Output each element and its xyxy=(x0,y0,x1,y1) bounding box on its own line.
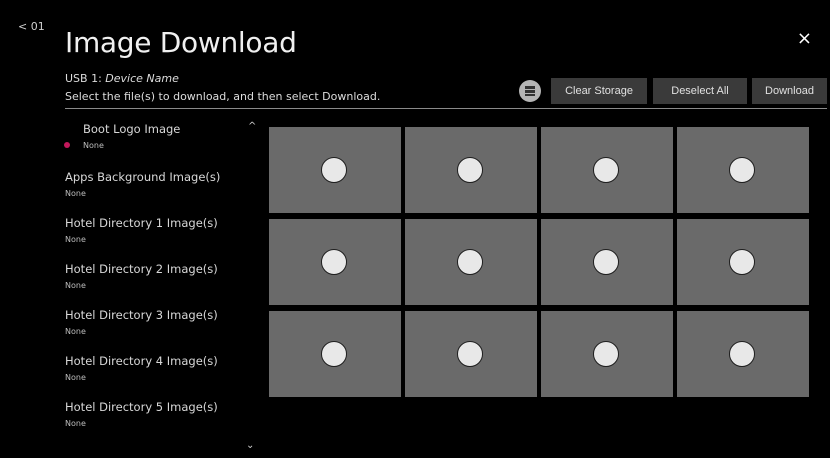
page-title: Image Download xyxy=(65,26,297,59)
category-label: Hotel Directory 1 Image(s) xyxy=(65,216,218,230)
category-label: Hotel Directory 3 Image(s) xyxy=(65,308,218,322)
category-value: None xyxy=(65,189,86,198)
deselect-all-button[interactable]: Deselect All xyxy=(653,78,747,104)
selected-indicator xyxy=(64,142,70,148)
storage-glyph xyxy=(525,86,535,96)
image-tile-8[interactable] xyxy=(677,219,809,305)
instruction-text: Select the file(s) to download, and then… xyxy=(65,90,381,103)
header-divider xyxy=(65,108,827,109)
select-radio[interactable] xyxy=(593,341,619,367)
category-item-hotel-directory-5[interactable]: Hotel Directory 5 Image(s) None xyxy=(65,400,255,428)
category-value: None xyxy=(65,373,86,382)
usb-prefix: USB 1: xyxy=(65,72,106,85)
category-list: ^ Boot Logo Image None Apps Background I… xyxy=(64,121,260,457)
category-item-hotel-directory-1[interactable]: Hotel Directory 1 Image(s) None xyxy=(65,216,255,244)
category-value: None xyxy=(83,141,104,150)
select-radio[interactable] xyxy=(321,157,347,183)
select-radio[interactable] xyxy=(593,157,619,183)
image-tile-9[interactable] xyxy=(269,311,401,397)
image-tile-1[interactable] xyxy=(269,127,401,213)
select-radio[interactable] xyxy=(729,341,755,367)
image-tile-5[interactable] xyxy=(269,219,401,305)
select-radio[interactable] xyxy=(593,249,619,275)
image-tile-11[interactable] xyxy=(541,311,673,397)
chevron-down-icon[interactable]: ⌄ xyxy=(246,440,254,451)
image-tile-10[interactable] xyxy=(405,311,537,397)
category-value: None xyxy=(65,281,86,290)
category-item-hotel-directory-4[interactable]: Hotel Directory 4 Image(s) None xyxy=(65,354,255,382)
category-value: None xyxy=(65,327,86,336)
image-tile-12[interactable] xyxy=(677,311,809,397)
usb-device-name: Device Name xyxy=(105,72,179,85)
select-radio[interactable] xyxy=(321,341,347,367)
select-radio[interactable] xyxy=(457,249,483,275)
category-value: None xyxy=(65,235,86,244)
image-tile-3[interactable] xyxy=(541,127,673,213)
select-radio[interactable] xyxy=(457,157,483,183)
image-download-panel: < 01 Image Download × USB 1: Device Name… xyxy=(6,6,827,452)
back-button[interactable]: < 01 xyxy=(18,20,45,33)
category-item-hotel-directory-2[interactable]: Hotel Directory 2 Image(s) None xyxy=(65,262,255,290)
download-button[interactable]: Download xyxy=(752,78,827,104)
select-radio[interactable] xyxy=(729,157,755,183)
category-item-apps-background[interactable]: Apps Background Image(s) None xyxy=(65,170,255,198)
category-label: Hotel Directory 5 Image(s) xyxy=(65,400,218,414)
image-tile-4[interactable] xyxy=(677,127,809,213)
category-label: Boot Logo Image xyxy=(83,122,181,136)
category-item-hotel-directory-3[interactable]: Hotel Directory 3 Image(s) None xyxy=(65,308,255,336)
category-value: None xyxy=(65,419,86,428)
clear-storage-button[interactable]: Clear Storage xyxy=(551,78,647,104)
category-label: Hotel Directory 4 Image(s) xyxy=(65,354,218,368)
close-icon[interactable]: × xyxy=(797,28,812,49)
select-radio[interactable] xyxy=(321,249,347,275)
category-label: Hotel Directory 2 Image(s) xyxy=(65,262,218,276)
usb-device-label: USB 1: Device Name xyxy=(65,72,179,85)
select-radio[interactable] xyxy=(457,341,483,367)
category-label: Apps Background Image(s) xyxy=(65,170,221,184)
image-tile-7[interactable] xyxy=(541,219,673,305)
image-tile-2[interactable] xyxy=(405,127,537,213)
select-radio[interactable] xyxy=(729,249,755,275)
storage-icon[interactable] xyxy=(519,80,541,102)
image-tile-6[interactable] xyxy=(405,219,537,305)
category-item-boot-logo[interactable]: Boot Logo Image None xyxy=(83,122,273,150)
